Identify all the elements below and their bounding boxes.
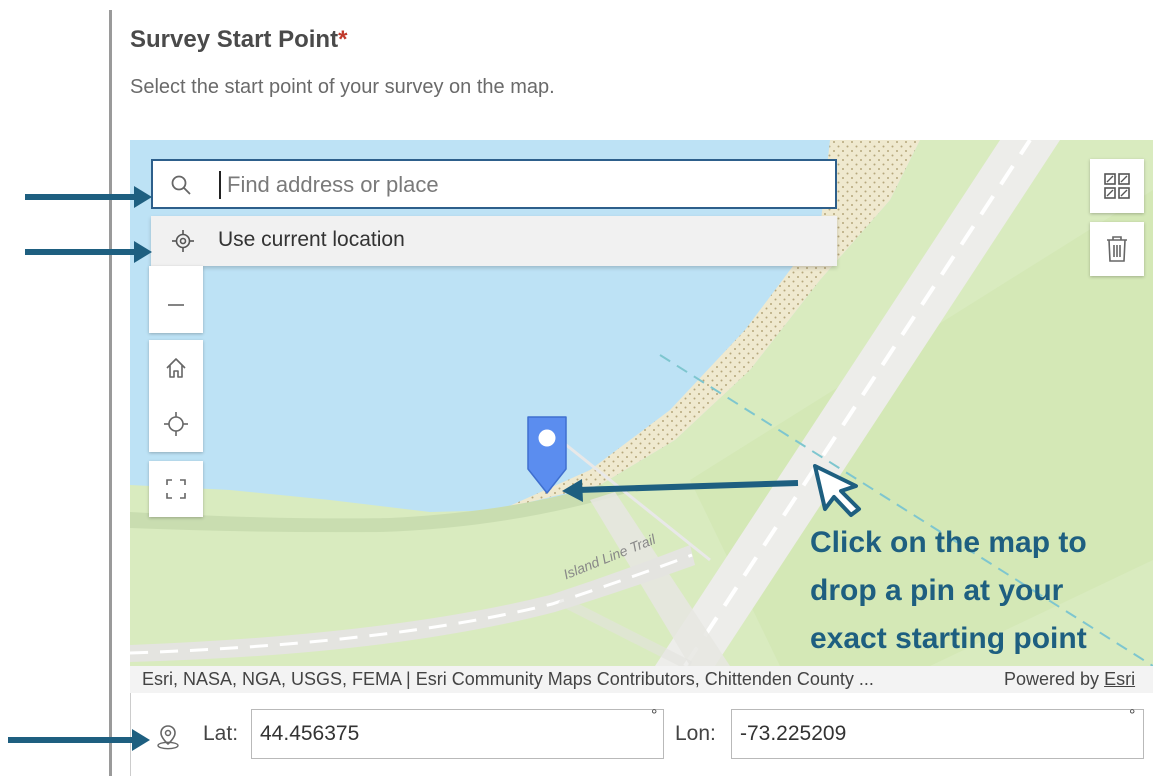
- map-search-box[interactable]: [151, 159, 837, 209]
- latitude-degree: °: [651, 707, 658, 724]
- callout-line: Click on the map to: [810, 526, 1087, 559]
- instruction-callout: Click on the map to drop a pin at your e…: [810, 519, 1150, 663]
- question-description: Select the start point of your survey on…: [130, 76, 555, 98]
- longitude-input[interactable]: [731, 709, 1144, 759]
- trash-icon: [1107, 236, 1127, 262]
- home-icon: [166, 358, 186, 378]
- zoom-out-button[interactable]: [149, 277, 203, 333]
- longitude-label: Lon:: [675, 722, 716, 745]
- powered-by-text: Powered by: [1004, 669, 1100, 689]
- esri-link[interactable]: Esri: [1104, 669, 1135, 689]
- map-attribution: Esri, NASA, NGA, USGS, FEMA | Esri Commu…: [130, 666, 1153, 693]
- question-title-text: Survey Start Point: [130, 26, 339, 53]
- location-pin-icon: [157, 725, 179, 750]
- annotation-arrow-coordinates: [8, 729, 150, 751]
- callout-line: drop a pin at your: [810, 574, 1064, 607]
- locate-button[interactable]: [149, 396, 203, 452]
- home-button[interactable]: [149, 340, 203, 396]
- locate-icon: [164, 412, 188, 436]
- attribution-credits: Esri, NASA, NGA, USGS, FEMA | Esri Commu…: [142, 669, 874, 689]
- suggestion-label: Use current location: [218, 228, 405, 251]
- search-input[interactable]: [225, 167, 819, 203]
- powered-by: Powered by Esri: [1004, 669, 1135, 690]
- fullscreen-button[interactable]: [149, 461, 203, 517]
- map-pin-icon[interactable]: [524, 413, 570, 497]
- basemap-gallery-icon: [1104, 173, 1130, 199]
- basemap-gallery-button[interactable]: [1090, 159, 1144, 213]
- search-icon: [171, 175, 191, 195]
- callout-line: exact starting point: [810, 622, 1087, 655]
- required-asterisk: *: [338, 26, 348, 53]
- longitude-degree: °: [1129, 707, 1136, 724]
- minus-icon: [168, 304, 184, 306]
- latitude-input[interactable]: [251, 709, 664, 759]
- crosshair-icon: [172, 230, 194, 252]
- delete-button[interactable]: [1090, 222, 1144, 276]
- question-title: Survey Start Point*: [130, 26, 347, 54]
- suggestion-use-current-location[interactable]: Use current location: [151, 216, 837, 266]
- latitude-label: Lat:: [203, 722, 239, 745]
- text-cursor: [219, 171, 221, 199]
- fullscreen-control: [149, 461, 203, 517]
- fullscreen-icon: [166, 479, 186, 499]
- form-left-rail: [109, 10, 112, 776]
- navigation-controls: [149, 340, 203, 452]
- zoom-controls: [149, 266, 203, 333]
- coordinate-entry: Lat: ° Lon: °: [130, 693, 1153, 776]
